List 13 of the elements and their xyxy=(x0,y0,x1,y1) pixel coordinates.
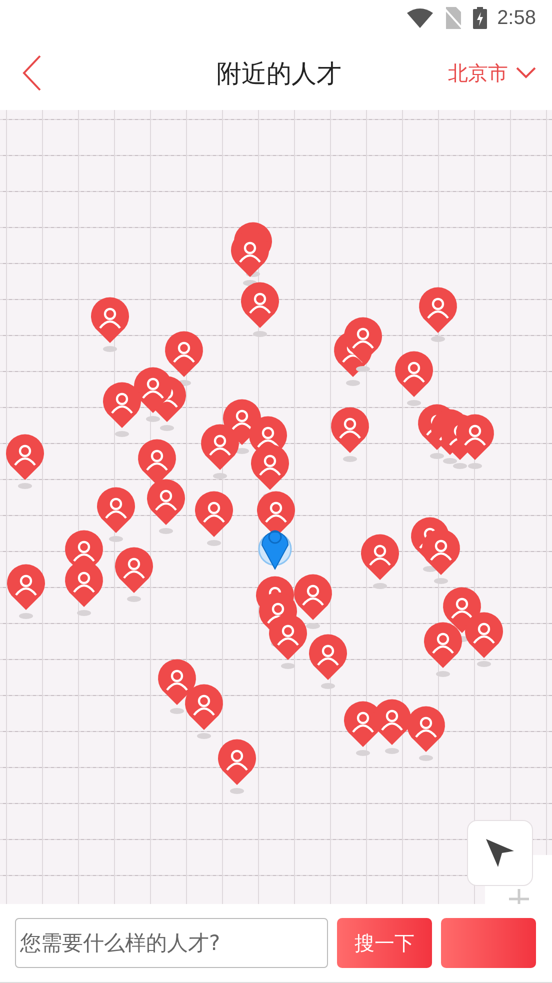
battery-charging-icon xyxy=(473,7,488,29)
wifi-icon xyxy=(407,8,434,28)
locate-button[interactable] xyxy=(467,820,533,886)
cursor-arrow-icon xyxy=(484,837,516,869)
no-sim-icon xyxy=(443,7,464,29)
city-selector[interactable]: 北京市 xyxy=(448,60,536,86)
chevron-down-icon xyxy=(516,67,536,79)
search-button[interactable]: 搜一下 xyxy=(337,918,432,968)
plus-icon xyxy=(506,887,530,904)
page-title: 附近的人才 xyxy=(216,58,342,90)
search-field[interactable]: 您需要什么样的人才? xyxy=(15,918,328,968)
status-time: 2:58 xyxy=(497,6,536,30)
back-icon xyxy=(22,55,42,91)
